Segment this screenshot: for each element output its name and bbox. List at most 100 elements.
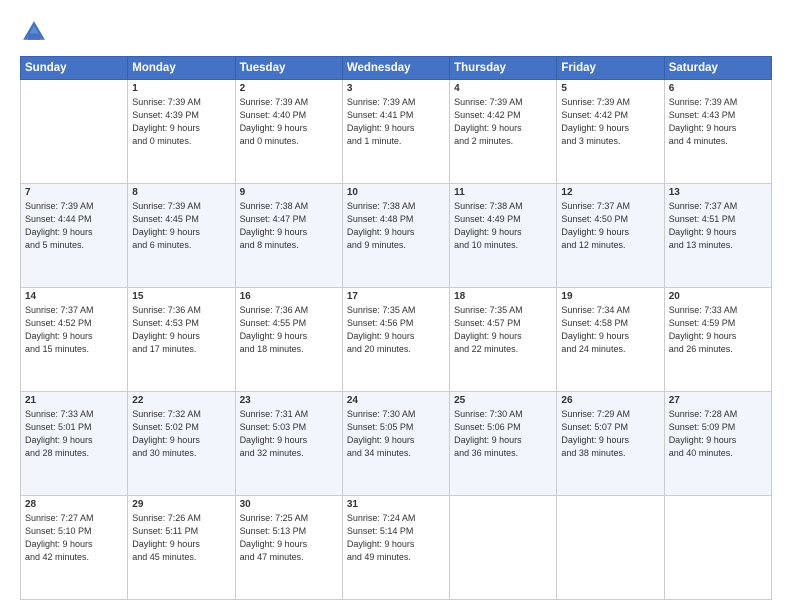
- day-number: 29: [132, 499, 230, 510]
- calendar-week-row: 7Sunrise: 7:39 AM Sunset: 4:44 PM Daylig…: [21, 184, 772, 288]
- day-number: 26: [561, 395, 659, 406]
- calendar-day-cell: 4Sunrise: 7:39 AM Sunset: 4:42 PM Daylig…: [450, 80, 557, 184]
- calendar-day-cell: 15 Sunrise: 7:36 AM Sunset: 4:53 PM Dayli…: [128, 288, 235, 392]
- calendar-day-cell: 16Sunrise: 7:36 AM Sunset: 4:55 PM Dayli…: [235, 288, 342, 392]
- calendar-day-cell: 9Sunrise: 7:38 AM Sunset: 4:47 PM Daylig…: [235, 184, 342, 288]
- header-row: SundayMondayTuesdayWednesdayThursdayFrid…: [21, 57, 772, 80]
- calendar-day-cell: 19 Sunrise: 7:34 AM Sunset: 4:58 PM Dayli…: [557, 288, 664, 392]
- day-info: Sunrise: 7:37 AM Sunset: 4:51 PM Dayligh…: [669, 200, 767, 252]
- calendar-day-cell: 24 Sunrise: 7:30 AM Sunset: 5:05 PM Dayli…: [342, 392, 449, 496]
- day-info: Sunrise: 7:30 AM Sunset: 5:05 PM Dayligh…: [347, 408, 445, 460]
- day-info: Sunrise: 7:36 AM Sunset: 4:53 PM Dayligh…: [132, 304, 230, 356]
- header: [20, 18, 772, 46]
- header-day: Sunday: [21, 57, 128, 80]
- day-info: Sunrise: 7:38 AM Sunset: 4:48 PM Dayligh…: [347, 200, 445, 252]
- day-number: 20: [669, 291, 767, 302]
- calendar-day-cell: 23 Sunrise: 7:31 AM Sunset: 5:03 PM Dayli…: [235, 392, 342, 496]
- calendar-day-cell: 10 Sunrise: 7:38 AM Sunset: 4:48 PM Dayli…: [342, 184, 449, 288]
- calendar-day-cell: 6Sunrise: 7:39 AM Sunset: 4:43 PM Daylig…: [664, 80, 771, 184]
- calendar-day-cell: 18 Sunrise: 7:35 AM Sunset: 4:57 PM Dayli…: [450, 288, 557, 392]
- day-number: 18: [454, 291, 552, 302]
- day-number: 4: [454, 83, 552, 94]
- calendar-day-cell: 20 Sunrise: 7:33 AM Sunset: 4:59 PM Dayli…: [664, 288, 771, 392]
- page: SundayMondayTuesdayWednesdayThursdayFrid…: [0, 0, 792, 612]
- day-number: 30: [240, 499, 338, 510]
- day-info: Sunrise: 7:35 AM Sunset: 4:57 PM Dayligh…: [454, 304, 552, 356]
- calendar-day-cell: [664, 496, 771, 600]
- calendar-day-cell: 3 Sunrise: 7:39 AM Sunset: 4:41 PM Daylig…: [342, 80, 449, 184]
- day-number: 27: [669, 395, 767, 406]
- calendar-day-cell: 11Sunrise: 7:38 AM Sunset: 4:49 PM Dayli…: [450, 184, 557, 288]
- day-info: Sunrise: 7:33 AM Sunset: 4:59 PM Dayligh…: [669, 304, 767, 356]
- day-number: 3: [347, 83, 445, 94]
- day-number: 5: [561, 83, 659, 94]
- header-day: Thursday: [450, 57, 557, 80]
- day-number: 10: [347, 187, 445, 198]
- calendar-day-cell: 22 Sunrise: 7:32 AM Sunset: 5:02 PM Dayli…: [128, 392, 235, 496]
- day-info: Sunrise: 7:39 AM Sunset: 4:40 PM Dayligh…: [240, 96, 338, 148]
- day-number: 22: [132, 395, 230, 406]
- calendar-day-cell: [21, 80, 128, 184]
- logo-icon: [20, 18, 48, 46]
- day-info: Sunrise: 7:39 AM Sunset: 4:43 PM Dayligh…: [669, 96, 767, 148]
- day-info: Sunrise: 7:32 AM Sunset: 5:02 PM Dayligh…: [132, 408, 230, 460]
- day-number: 21: [25, 395, 123, 406]
- calendar-day-cell: 28Sunrise: 7:27 AM Sunset: 5:10 PM Dayli…: [21, 496, 128, 600]
- day-number: 24: [347, 395, 445, 406]
- day-number: 13: [669, 187, 767, 198]
- header-day: Friday: [557, 57, 664, 80]
- calendar-day-cell: 1 Sunrise: 7:39 AM Sunset: 4:39 PM Daylig…: [128, 80, 235, 184]
- calendar-day-cell: 5 Sunrise: 7:39 AM Sunset: 4:42 PM Daylig…: [557, 80, 664, 184]
- day-number: 17: [347, 291, 445, 302]
- calendar-day-cell: 17 Sunrise: 7:35 AM Sunset: 4:56 PM Dayli…: [342, 288, 449, 392]
- calendar-week-row: 1 Sunrise: 7:39 AM Sunset: 4:39 PM Daylig…: [21, 80, 772, 184]
- day-number: 9: [240, 187, 338, 198]
- day-info: Sunrise: 7:39 AM Sunset: 4:41 PM Dayligh…: [347, 96, 445, 148]
- header-day: Wednesday: [342, 57, 449, 80]
- day-info: Sunrise: 7:34 AM Sunset: 4:58 PM Dayligh…: [561, 304, 659, 356]
- calendar-week-row: 14Sunrise: 7:37 AM Sunset: 4:52 PM Dayli…: [21, 288, 772, 392]
- calendar-day-cell: 31 Sunrise: 7:24 AM Sunset: 5:14 PM Dayli…: [342, 496, 449, 600]
- day-number: 12: [561, 187, 659, 198]
- calendar-day-cell: 27 Sunrise: 7:28 AM Sunset: 5:09 PM Dayli…: [664, 392, 771, 496]
- day-number: 11: [454, 187, 552, 198]
- header-day: Saturday: [664, 57, 771, 80]
- day-info: Sunrise: 7:39 AM Sunset: 4:39 PM Dayligh…: [132, 96, 230, 148]
- header-day: Tuesday: [235, 57, 342, 80]
- day-number: 1: [132, 83, 230, 94]
- day-number: 19: [561, 291, 659, 302]
- day-number: 31: [347, 499, 445, 510]
- calendar-week-row: 21Sunrise: 7:33 AM Sunset: 5:01 PM Dayli…: [21, 392, 772, 496]
- day-info: Sunrise: 7:37 AM Sunset: 4:50 PM Dayligh…: [561, 200, 659, 252]
- calendar-day-cell: [557, 496, 664, 600]
- calendar-table: SundayMondayTuesdayWednesdayThursdayFrid…: [20, 56, 772, 600]
- calendar-day-cell: 30 Sunrise: 7:25 AM Sunset: 5:13 PM Dayli…: [235, 496, 342, 600]
- day-number: 15: [132, 291, 230, 302]
- day-info: Sunrise: 7:37 AM Sunset: 4:52 PM Dayligh…: [25, 304, 123, 356]
- day-info: Sunrise: 7:24 AM Sunset: 5:14 PM Dayligh…: [347, 512, 445, 564]
- day-number: 2: [240, 83, 338, 94]
- day-info: Sunrise: 7:39 AM Sunset: 4:45 PM Dayligh…: [132, 200, 230, 252]
- calendar-day-cell: 25 Sunrise: 7:30 AM Sunset: 5:06 PM Dayli…: [450, 392, 557, 496]
- day-number: 28: [25, 499, 123, 510]
- day-info: Sunrise: 7:26 AM Sunset: 5:11 PM Dayligh…: [132, 512, 230, 564]
- calendar-day-cell: 7Sunrise: 7:39 AM Sunset: 4:44 PM Daylig…: [21, 184, 128, 288]
- day-number: 16: [240, 291, 338, 302]
- calendar-day-cell: 8Sunrise: 7:39 AM Sunset: 4:45 PM Daylig…: [128, 184, 235, 288]
- day-info: Sunrise: 7:35 AM Sunset: 4:56 PM Dayligh…: [347, 304, 445, 356]
- day-info: Sunrise: 7:39 AM Sunset: 4:42 PM Dayligh…: [561, 96, 659, 148]
- day-info: Sunrise: 7:29 AM Sunset: 5:07 PM Dayligh…: [561, 408, 659, 460]
- calendar-day-cell: 14Sunrise: 7:37 AM Sunset: 4:52 PM Dayli…: [21, 288, 128, 392]
- day-number: 23: [240, 395, 338, 406]
- calendar-header: SundayMondayTuesdayWednesdayThursdayFrid…: [21, 57, 772, 80]
- calendar-day-cell: 2 Sunrise: 7:39 AM Sunset: 4:40 PM Daylig…: [235, 80, 342, 184]
- logo: [20, 18, 52, 46]
- day-info: Sunrise: 7:30 AM Sunset: 5:06 PM Dayligh…: [454, 408, 552, 460]
- calendar-day-cell: [450, 496, 557, 600]
- day-info: Sunrise: 7:28 AM Sunset: 5:09 PM Dayligh…: [669, 408, 767, 460]
- day-number: 25: [454, 395, 552, 406]
- day-info: Sunrise: 7:31 AM Sunset: 5:03 PM Dayligh…: [240, 408, 338, 460]
- header-day: Monday: [128, 57, 235, 80]
- day-info: Sunrise: 7:25 AM Sunset: 5:13 PM Dayligh…: [240, 512, 338, 564]
- day-number: 7: [25, 187, 123, 198]
